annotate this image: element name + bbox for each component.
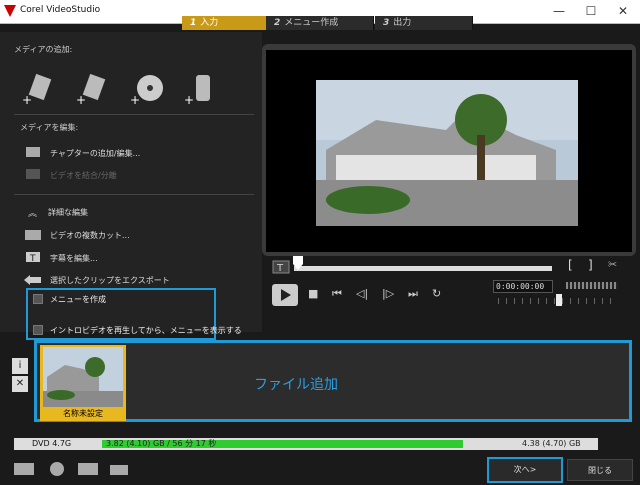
zoom-slider-handle[interactable] xyxy=(556,294,562,306)
svg-text:+: + xyxy=(184,93,194,106)
advanced-edit-toggle[interactable]: 詳細な編集 xyxy=(48,207,88,218)
repeat-icon[interactable]: ↻ xyxy=(432,287,441,300)
thumbnail-label: 名称未設定 xyxy=(63,409,103,418)
add-media-label: メディアの追加: xyxy=(14,45,73,54)
delete-icon[interactable]: ✕ xyxy=(12,376,28,392)
next-frame-icon[interactable]: |▷ xyxy=(382,287,394,300)
svg-text:T: T xyxy=(276,263,284,274)
subtitle-icon: T xyxy=(26,252,40,263)
multicut-link[interactable]: ビデオの複数カット... xyxy=(50,230,130,241)
settings-gear-icon[interactable] xyxy=(44,460,70,478)
capacity-total: 4.38 (4.70) GB xyxy=(522,439,581,448)
close-window-button[interactable]: ✕ xyxy=(606,2,640,22)
merge-icon xyxy=(26,169,40,179)
info-icon[interactable]: i xyxy=(12,358,28,374)
mark-out-button[interactable]: ] xyxy=(588,258,593,272)
next-button[interactable]: 次へ> xyxy=(487,457,563,483)
add-vsp-icon[interactable]: + xyxy=(76,72,110,106)
create-menu-label: メニューを作成 xyxy=(50,295,106,304)
minimize-button[interactable]: — xyxy=(542,2,576,22)
chapter-edit-link[interactable]: チャプターの追加/編集... xyxy=(50,148,140,159)
disc-type-select[interactable]: DVD 4.7G xyxy=(14,438,100,450)
window-title: Corel VideoStudio xyxy=(20,5,101,15)
svg-text:+: + xyxy=(76,93,86,106)
tab-output[interactable]: 3 出力 xyxy=(375,16,473,30)
timecode-display[interactable]: 0:00:00:00 xyxy=(493,280,553,293)
divider xyxy=(14,194,254,195)
chapter-icon xyxy=(26,147,40,157)
add-device-icon[interactable]: + xyxy=(184,72,218,106)
print-icon[interactable] xyxy=(106,460,132,478)
intro-video-label: イントロビデオを再生してから、メニューを表示する xyxy=(50,326,242,335)
subtitle-edit-link[interactable]: 字幕を編集... xyxy=(50,253,98,264)
export-clip-link[interactable]: 選択したクリップをエクスポート xyxy=(50,275,170,286)
play-icon xyxy=(281,289,291,301)
preview-output-icon[interactable] xyxy=(76,460,102,478)
intro-video-checkbox[interactable] xyxy=(33,325,43,335)
end-icon[interactable]: ⏭ xyxy=(408,287,418,301)
edit-media-label: メディアを編集: xyxy=(20,123,79,132)
multicut-icon xyxy=(25,230,41,240)
maximize-button[interactable]: ☐ xyxy=(574,2,608,22)
svg-text:+: + xyxy=(22,93,32,106)
chevron-up-icon[interactable]: ︽ xyxy=(28,206,37,219)
volume-slider[interactable] xyxy=(566,282,618,289)
corel-logo-icon xyxy=(4,5,16,17)
project-settings-icon[interactable] xyxy=(12,460,38,478)
capacity-used: 3.82 (4.10) GB / 56 分 17 秒 xyxy=(106,439,217,448)
add-video-icon[interactable]: + xyxy=(22,72,56,106)
subtitle-toggle-icon[interactable]: T xyxy=(272,260,290,274)
tab-menu-create[interactable]: 2 メニュー作成 xyxy=(266,16,374,30)
mark-in-button[interactable]: [ xyxy=(568,258,573,272)
scissors-icon[interactable]: ✂ xyxy=(608,258,617,271)
close-button[interactable]: 閉じる xyxy=(567,459,633,481)
play-button[interactable] xyxy=(272,284,298,306)
export-icon xyxy=(24,275,41,285)
playhead-handle[interactable] xyxy=(292,256,304,272)
merge-split-link[interactable]: ビデオを結合/分離 xyxy=(50,170,117,181)
svg-text:T: T xyxy=(29,254,36,263)
add-disc-icon[interactable]: + xyxy=(130,72,164,106)
preview-image xyxy=(316,80,578,226)
divider xyxy=(14,114,254,115)
scrub-bar[interactable] xyxy=(294,266,552,271)
add-file-text[interactable]: ファイル追加 xyxy=(254,374,338,394)
svg-text:+: + xyxy=(130,93,140,106)
thumbnail-image xyxy=(43,347,123,407)
prev-frame-icon[interactable]: ◁| xyxy=(356,287,368,300)
create-menu-checkbox[interactable] xyxy=(33,294,43,304)
home-icon[interactable]: ⏮ xyxy=(332,287,342,301)
stop-icon[interactable]: ■ xyxy=(308,287,318,300)
